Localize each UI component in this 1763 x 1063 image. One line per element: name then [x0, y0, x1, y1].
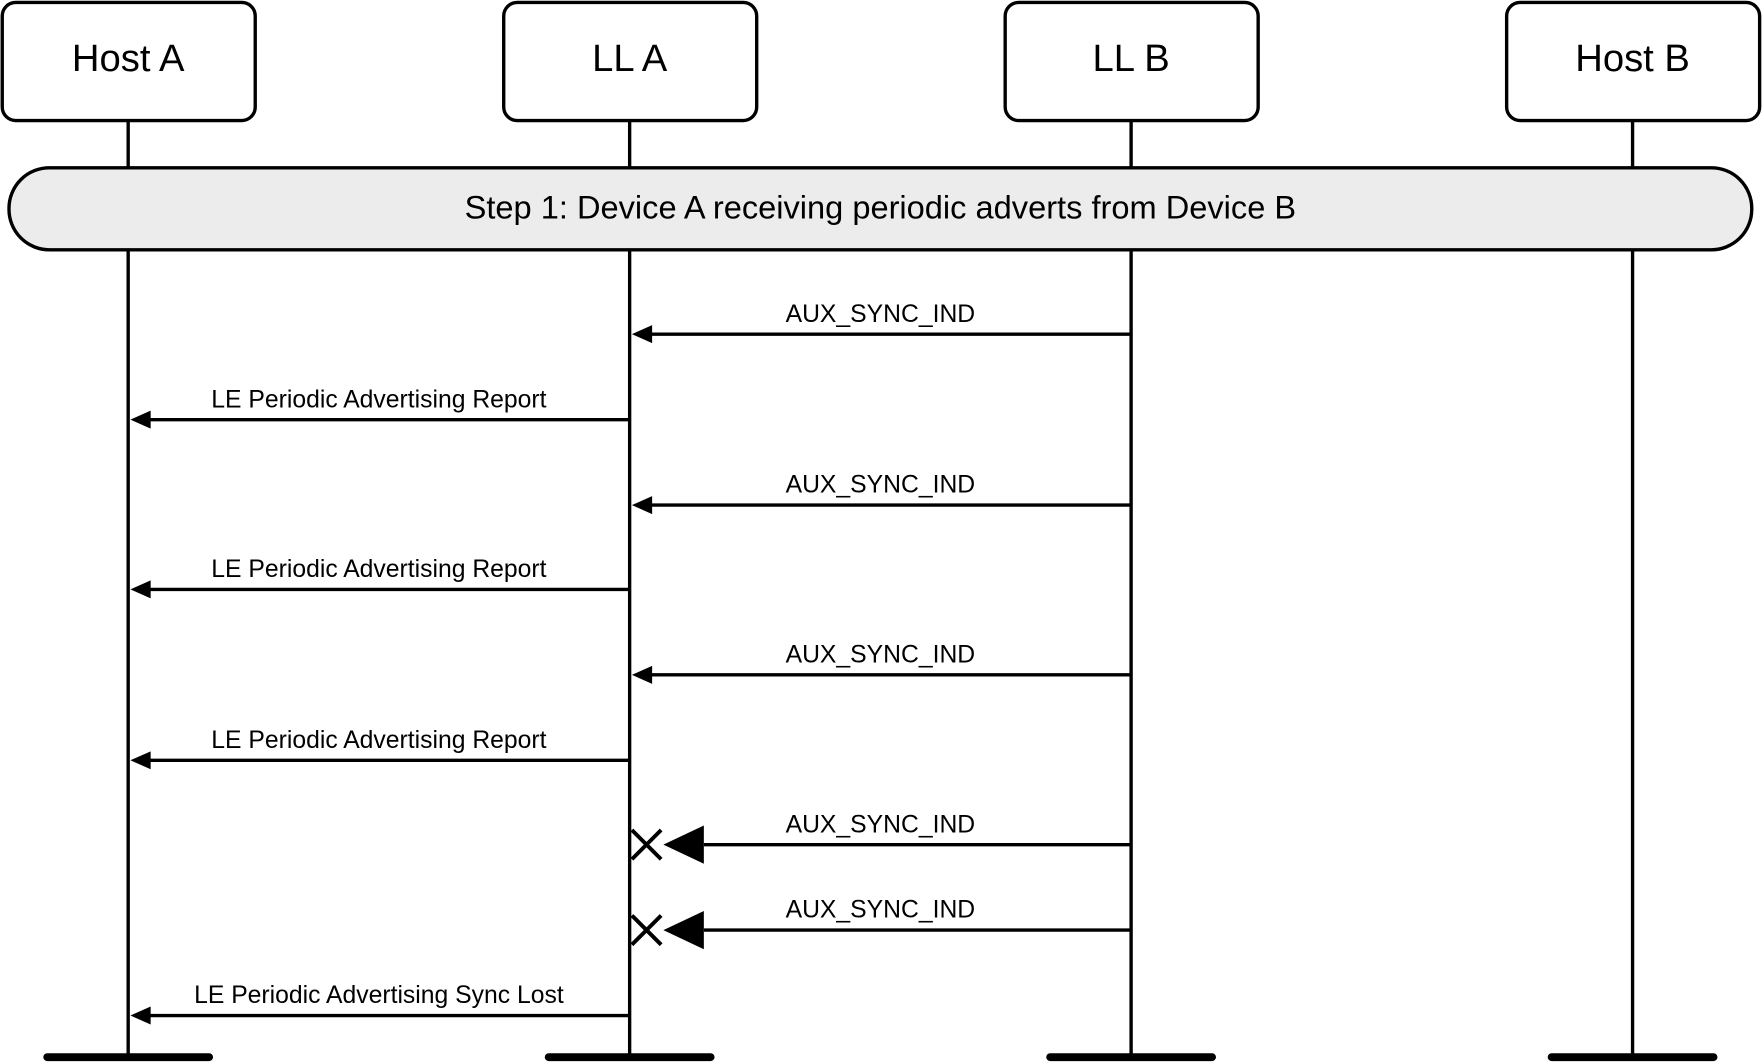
participant-label-ll-b: LL B	[1093, 37, 1170, 80]
message-label: LE Periodic Advertising Report	[211, 727, 546, 754]
arrowhead-icon	[631, 325, 653, 344]
arrowhead-icon	[631, 665, 653, 684]
message-label: LE Periodic Advertising Report	[211, 556, 546, 583]
arrowhead-icon	[130, 751, 151, 770]
arrowhead-icon	[130, 580, 151, 599]
arrowhead-icon	[130, 410, 151, 429]
message-label: AUX_SYNC_IND	[786, 301, 976, 328]
participant-label-host-b: Host B	[1575, 37, 1690, 80]
message-label: LE Periodic Advertising Sync Lost	[194, 982, 564, 1009]
arrowhead-icon	[663, 825, 704, 864]
lost-message-x-icon	[630, 828, 663, 861]
sequence-diagram: Host A LL A LL B Host B Step 1: Device A rec…	[0, 0, 1762, 1062]
step-label: Step 1: Device A receiving periodic adve…	[465, 188, 1297, 225]
lost-message-x-icon	[630, 914, 663, 947]
message-label: AUX_SYNC_IND	[786, 641, 976, 668]
participant-label-host-a: Host A	[72, 37, 185, 80]
arrowhead-icon	[631, 496, 653, 515]
message-label: AUX_SYNC_IND	[786, 472, 976, 499]
message-label: AUX_SYNC_IND	[786, 811, 976, 838]
message-label: AUX_SYNC_IND	[786, 897, 976, 924]
message-label: LE Periodic Advertising Report	[211, 386, 546, 413]
arrowhead-icon	[130, 1006, 151, 1025]
participant-label-ll-a: LL A	[592, 37, 668, 80]
arrowhead-icon	[663, 910, 704, 950]
